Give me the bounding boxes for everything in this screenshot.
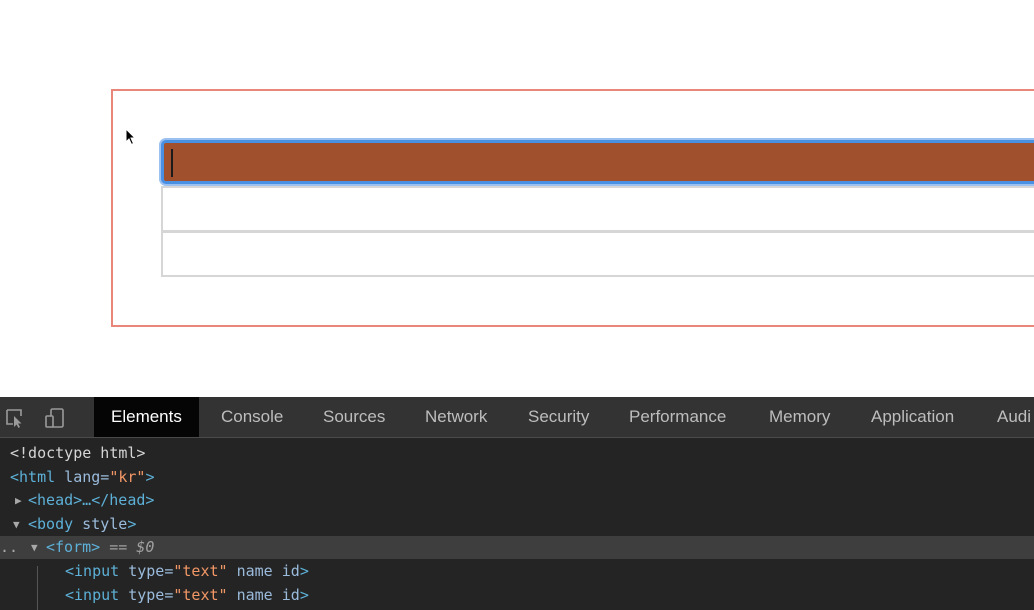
page-viewport — [0, 0, 1034, 397]
input-tag-close: > — [299, 562, 309, 580]
html-attr-value: "kr" — [109, 468, 146, 486]
tab-sources[interactable]: Sources — [323, 397, 385, 437]
selected-marker: == $0 — [100, 538, 155, 556]
dom-node-input-2[interactable]: <input type="text" name id> — [0, 584, 1034, 607]
tab-console[interactable]: Console — [221, 397, 283, 437]
collapse-triangle-icon[interactable]: ▼ — [13, 513, 20, 536]
dom-node-doctype[interactable]: <!doctype html> — [0, 442, 1034, 465]
head-tag: <head>…</head> — [28, 491, 155, 509]
text-input-third[interactable] — [161, 231, 1034, 277]
doctype-text: <!doctype html> — [10, 444, 146, 462]
html-attr-lang: lang= — [55, 468, 110, 486]
dom-tree: <!doctype html> <html lang="kr"> ▶ <head>… — [0, 438, 1034, 610]
body-tag-open: <body — [28, 515, 74, 533]
device-toolbar-icon[interactable] — [44, 407, 66, 429]
expand-triangle-icon[interactable]: ▶ — [15, 489, 22, 512]
dom-node-input-1[interactable]: <input type="text" name id> — [0, 560, 1034, 583]
text-input-focused[interactable] — [161, 140, 1034, 184]
tab-network[interactable]: Network — [425, 397, 487, 437]
html-tag-open: <html — [10, 468, 56, 486]
tree-indent-guide — [37, 566, 38, 610]
input-tag-open: <input — [65, 586, 120, 604]
tab-performance[interactable]: Performance — [629, 397, 726, 437]
ellipsis-icon[interactable]: .. — [0, 536, 18, 559]
inspect-element-icon[interactable] — [4, 407, 26, 429]
input-attr-type: type= — [119, 586, 174, 604]
tab-security[interactable]: Security — [528, 397, 589, 437]
dom-node-head[interactable]: ▶ <head>…</head> — [0, 489, 1034, 512]
dom-node-body[interactable]: ▼ <body style> — [0, 513, 1034, 536]
input-attr-value: "text" — [173, 562, 228, 580]
html-tag-close: > — [145, 468, 155, 486]
input-attr-rest: name id — [227, 562, 300, 580]
devtools-tabbar: Elements Console Sources Network Securit… — [0, 397, 1034, 438]
input-attr-type: type= — [119, 562, 174, 580]
tab-memory[interactable]: Memory — [769, 397, 830, 437]
body-tag-close: > — [127, 515, 137, 533]
input-tag-close: > — [299, 586, 309, 604]
input-tag-open: <input — [65, 562, 120, 580]
devtools-panel: Elements Console Sources Network Securit… — [0, 397, 1034, 610]
body-attr-style: style — [73, 515, 128, 533]
mouse-pointer-icon — [125, 128, 137, 146]
collapse-triangle-icon[interactable]: ▼ — [31, 536, 38, 559]
tab-elements[interactable]: Elements — [94, 397, 199, 437]
input-attr-value: "text" — [173, 586, 228, 604]
form-tag: <form> — [46, 538, 101, 556]
dom-node-form-selected[interactable]: .. ▼ <form> == $0 — [0, 536, 1034, 559]
input-attr-rest: name id — [227, 586, 300, 604]
text-input-second[interactable] — [161, 186, 1034, 232]
tab-application[interactable]: Application — [871, 397, 954, 437]
dom-node-html[interactable]: <html lang="kr"> — [0, 466, 1034, 489]
tab-audits[interactable]: Audi — [997, 397, 1031, 437]
text-caret — [171, 149, 173, 177]
